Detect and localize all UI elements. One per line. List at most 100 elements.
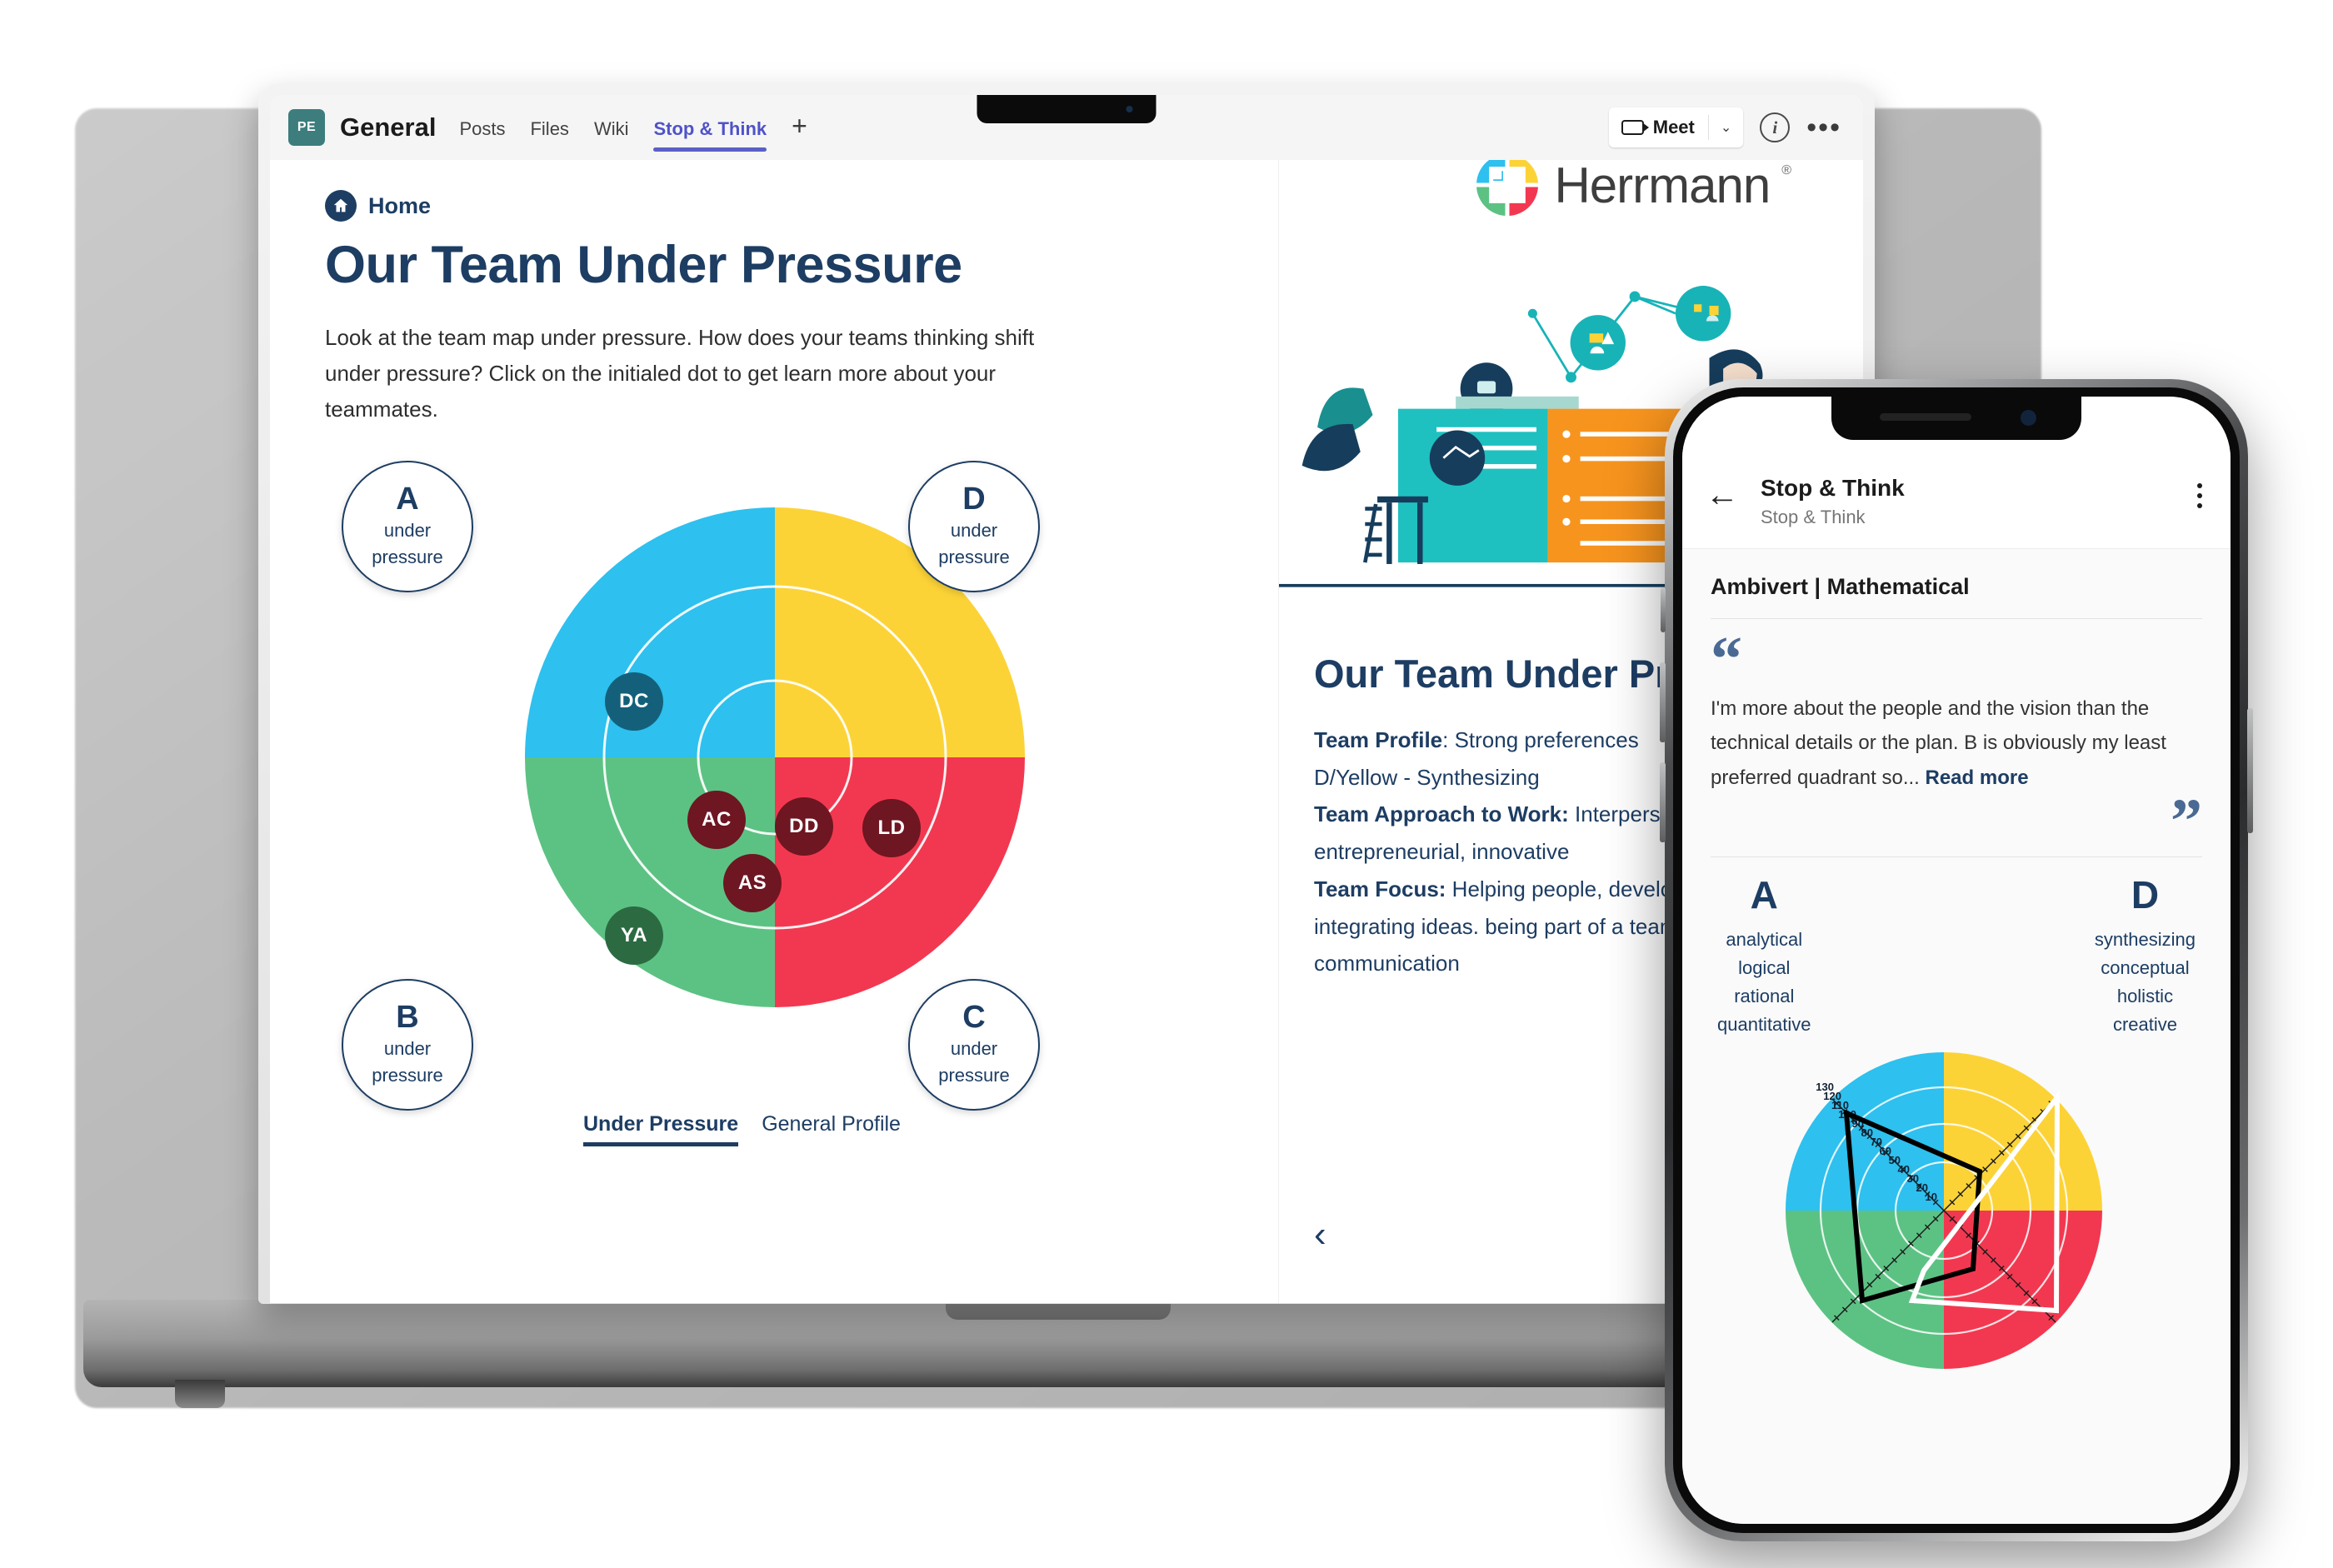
badge-sub-2: pressure xyxy=(372,1064,443,1086)
phone-power-button[interactable] xyxy=(2247,708,2253,833)
member-dot-dd[interactable]: DD xyxy=(775,796,833,856)
member-dot-as[interactable]: AS xyxy=(723,853,782,912)
tab-files[interactable]: Files xyxy=(530,95,568,160)
info-icon[interactable]: i xyxy=(1760,112,1791,142)
meet-button-group[interactable]: Meet ⌄ xyxy=(1608,107,1744,147)
phone-mute-switch[interactable] xyxy=(1661,587,1666,632)
front-camera-icon xyxy=(2021,410,2036,426)
phone-header-titles: Stop & Think Stop & Think xyxy=(1761,473,1905,530)
phone-notch xyxy=(1831,397,2081,440)
tab-general-profile[interactable]: General Profile xyxy=(762,1112,901,1136)
herrmann-wordmark: Herrmann xyxy=(1554,160,1771,213)
meet-button[interactable]: Meet xyxy=(1609,117,1708,138)
tick-130: 130 xyxy=(1816,1081,1834,1093)
member-initials: LD xyxy=(877,816,906,839)
more-options-icon[interactable]: ••• xyxy=(1806,113,1841,142)
app-page: Home Our Team Under Pressure Look at the… xyxy=(270,160,1863,1303)
left-column: Home Our Team Under Pressure Look at the… xyxy=(270,160,1278,1303)
row-label: Team Profile xyxy=(1314,727,1443,752)
descriptor-word: holistic xyxy=(2116,985,2174,1006)
badge-sub-1: under xyxy=(950,1037,998,1059)
laptop-lid: PE General Posts Files Wiki Stop & Think… xyxy=(258,83,1875,1304)
dot xyxy=(2197,483,2202,488)
quadrant-badge-b[interactable]: B under pressure xyxy=(342,978,473,1111)
teams-actions: Meet ⌄ i ••• xyxy=(1608,107,1841,147)
read-more-link[interactable]: Read more xyxy=(1926,767,2029,789)
carousel-prev-icon[interactable]: ‹ xyxy=(1314,1216,1326,1253)
badge-letter: D xyxy=(962,481,986,517)
earpiece-speaker-icon xyxy=(1880,413,1971,421)
home-icon xyxy=(325,190,357,222)
descriptor-col-a: A analytical logical rational quantitati… xyxy=(1717,876,1811,1039)
herrmann-mark-icon xyxy=(1476,160,1539,216)
row-label: Team Approach to Work: xyxy=(1314,801,1569,827)
quadrant-descriptors: A analytical logical rational quantitati… xyxy=(1711,876,2202,1039)
quote-text: I'm more about the people and the vision… xyxy=(1711,692,2202,795)
radar-svg: 10 20 30 40 50 60 70 80 90 100 110 120 1… xyxy=(1786,1051,2102,1369)
phone-header-title: Stop & Think xyxy=(1761,475,1905,501)
badge-sub-2: pressure xyxy=(938,546,1010,567)
descriptor-letter-a: A xyxy=(1750,872,1778,916)
badge-sub-1: under xyxy=(383,1037,432,1059)
laptop-screen: PE General Posts Files Wiki Stop & Think… xyxy=(270,95,1863,1303)
member-dot-ya[interactable]: YA xyxy=(605,906,663,965)
descriptor-list-a: analytical logical rational quantitative xyxy=(1717,926,1811,1039)
divider xyxy=(1711,617,2202,619)
add-tab-icon[interactable]: + xyxy=(792,112,807,142)
hbdi-radar-chart[interactable]: 10 20 30 40 50 60 70 80 90 100 110 120 1… xyxy=(1761,1027,2152,1386)
member-dot-ac[interactable]: AC xyxy=(687,790,746,849)
member-dot-dc[interactable]: DC xyxy=(605,672,663,731)
herrmann-logo: Herrmann ® xyxy=(1472,160,1791,220)
meet-label: Meet xyxy=(1652,117,1695,137)
phone-screen: ← Stop & Think Stop & Think Ambivert | M… xyxy=(1682,397,2231,1524)
phone-content: Ambivert | Mathematical “ I'm more about… xyxy=(1682,548,2231,1524)
phone-device: ← Stop & Think Stop & Think Ambivert | M… xyxy=(1660,379,2253,1541)
hbdi-team-map: DC AC DD LD AS YA A under pressure D und… xyxy=(325,446,1208,1146)
phone-header-subtitle: Stop & Think xyxy=(1761,507,1866,527)
page-lead-text: Look at the team map under pressure. How… xyxy=(325,325,1035,422)
team-name: General xyxy=(340,112,437,142)
badge-sub-1: under xyxy=(950,519,998,541)
badge-sub-2: pressure xyxy=(372,546,443,567)
breadcrumb[interactable]: Home xyxy=(325,190,1278,222)
video-camera-icon xyxy=(1621,120,1649,135)
chevron-down-icon[interactable]: ⌄ xyxy=(1709,119,1743,136)
quadrant-badge-c[interactable]: C under pressure xyxy=(908,978,1040,1111)
quadrant-badge-d[interactable]: D under pressure xyxy=(908,460,1040,592)
page-title: Our Team Under Pressure xyxy=(325,236,962,294)
member-initials: AS xyxy=(737,871,767,894)
row-sep: : xyxy=(1442,727,1455,752)
quadrant-badge-a[interactable]: A under pressure xyxy=(342,460,473,592)
member-initials: DD xyxy=(789,814,819,837)
teams-tab-strip: Posts Files Wiki Stop & Think + xyxy=(459,95,807,160)
phone-volume-up-button[interactable] xyxy=(1660,662,1666,742)
dot xyxy=(2197,493,2202,498)
descriptor-col-d: D synthesizing conceptual holistic creat… xyxy=(2095,876,2196,1039)
profile-type-label: Ambivert | Mathematical xyxy=(1711,573,1970,599)
dot xyxy=(2197,503,2202,508)
kebab-menu-icon[interactable] xyxy=(2197,473,2202,513)
badge-sub-1: under xyxy=(383,519,432,541)
row-label: Team Focus: xyxy=(1314,876,1446,901)
member-dot-ld[interactable]: LD xyxy=(862,798,921,857)
tab-posts[interactable]: Posts xyxy=(459,95,505,160)
team-avatar: PE xyxy=(288,109,325,146)
badge-letter: A xyxy=(396,481,419,517)
phone-volume-down-button[interactable] xyxy=(1660,762,1666,842)
screenshot-stage: PE General Posts Files Wiki Stop & Think… xyxy=(0,0,2333,1568)
badge-letter: B xyxy=(396,999,419,1035)
profile-view-tabs: Under Pressure General Profile xyxy=(583,1112,901,1146)
member-initials: YA xyxy=(620,923,648,946)
back-arrow-icon[interactable]: ← xyxy=(1706,473,1739,512)
laptop-foot xyxy=(175,1380,225,1408)
descriptor-word: synthesizing xyxy=(2094,928,2196,950)
quote-open-icon: “ xyxy=(1711,623,1742,694)
descriptor-word: rational xyxy=(1734,985,1795,1006)
descriptor-word: analytical xyxy=(1726,928,1803,950)
descriptor-letter-d: D xyxy=(2131,872,2160,916)
tab-wiki[interactable]: Wiki xyxy=(594,95,629,160)
tab-stop-and-think[interactable]: Stop & Think xyxy=(653,95,767,160)
webcam-icon xyxy=(1126,106,1133,112)
tab-under-pressure[interactable]: Under Pressure xyxy=(583,1112,739,1146)
descriptor-word: logical xyxy=(1738,956,1791,978)
